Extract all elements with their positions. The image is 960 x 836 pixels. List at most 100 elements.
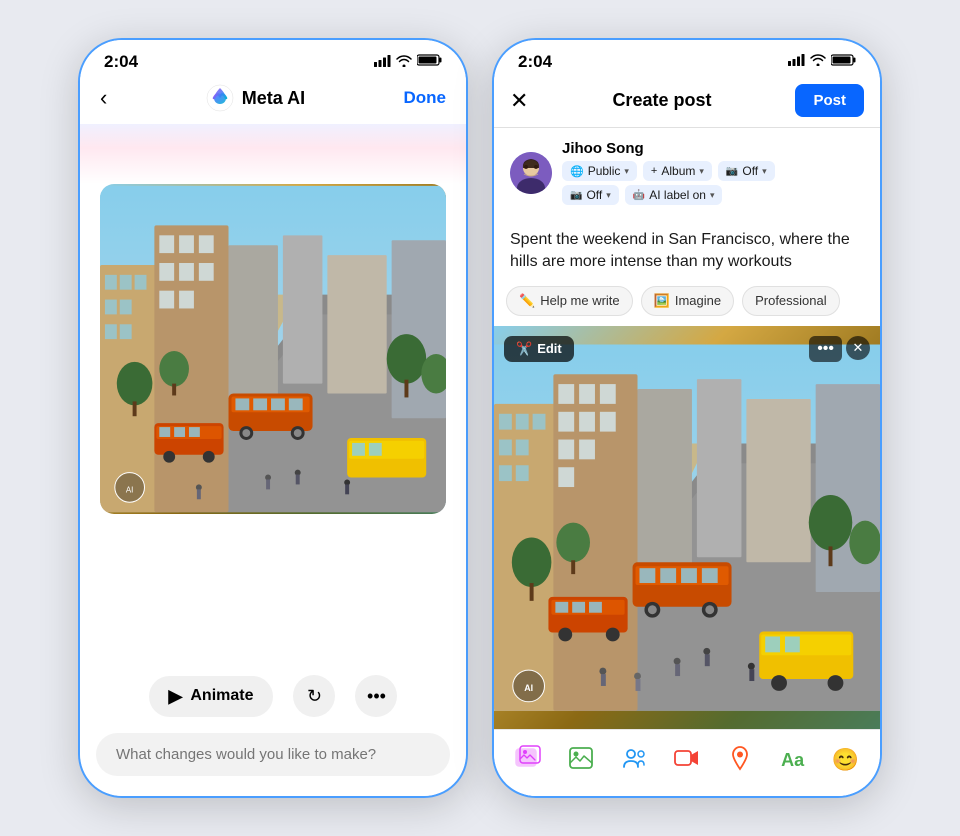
professional-button[interactable]: Professional bbox=[742, 286, 840, 316]
ai-tools-row: ✏️ Help me write 🖼️ Imagine Professional bbox=[494, 286, 880, 326]
bottom-toolbar: Aa 😊 bbox=[494, 729, 880, 796]
post-text[interactable]: Spent the weekend in San Francisco, wher… bbox=[494, 221, 880, 286]
post-city-image: AI ✂️ Edit ••• ✕ bbox=[494, 326, 880, 729]
user-row: Jihoo Song 🌐 Public ▾ + Album bbox=[510, 140, 864, 205]
create-post-header: ✕ Create post Post bbox=[494, 76, 880, 128]
animate-label: Animate bbox=[190, 687, 253, 705]
off-label-1: Off bbox=[742, 164, 758, 178]
city-image-1: AI bbox=[100, 184, 446, 514]
ai-label-text: AI label on bbox=[649, 188, 706, 202]
tag-people-icon bbox=[621, 745, 647, 776]
pencil-icon: ✏️ bbox=[519, 293, 535, 309]
animate-button[interactable]: ▶ Animate bbox=[149, 676, 274, 717]
privacy-badges-2: 📷 Off ▾ 🤖 AI label on ▾ bbox=[562, 185, 775, 205]
done-button[interactable]: Done bbox=[403, 88, 446, 108]
imagine-label: Imagine bbox=[675, 293, 721, 308]
refresh-button[interactable]: ↻ bbox=[293, 675, 335, 717]
image-more-button[interactable]: ••• bbox=[809, 336, 842, 362]
status-bar-1: 2:04 bbox=[80, 40, 466, 76]
album-chevron-icon: ▾ bbox=[699, 166, 704, 177]
location-icon bbox=[727, 745, 753, 776]
professional-label: Professional bbox=[755, 293, 827, 308]
status-time-2: 2:04 bbox=[518, 52, 552, 72]
text-button[interactable]: Aa bbox=[773, 740, 813, 780]
image-close-button[interactable]: ✕ bbox=[846, 336, 870, 360]
ai-label-icon: 🤖 bbox=[633, 190, 645, 201]
album-badge[interactable]: + Album ▾ bbox=[643, 161, 712, 181]
phone-create-post: 2:04 ✕ bbox=[492, 38, 882, 798]
avatar bbox=[510, 152, 552, 194]
city-scene-svg-2: AI bbox=[494, 326, 880, 729]
signal-icon-2 bbox=[788, 53, 805, 71]
video-button[interactable] bbox=[667, 740, 707, 780]
battery-icon-2 bbox=[831, 53, 856, 71]
back-button[interactable]: ‹ bbox=[100, 85, 107, 111]
signal-icon-1 bbox=[374, 55, 391, 70]
meta-ai-title: Meta AI bbox=[242, 88, 305, 109]
image-icon bbox=[568, 745, 594, 776]
wifi-icon-1 bbox=[396, 55, 412, 70]
globe-icon: 🌐 bbox=[570, 165, 584, 178]
ai-label-badge[interactable]: 🤖 AI label on ▾ bbox=[625, 185, 723, 205]
status-icons-1 bbox=[374, 53, 442, 71]
refresh-icon: ↻ bbox=[307, 686, 322, 707]
emoji-button[interactable]: 😊 bbox=[825, 740, 865, 780]
user-info: Jihoo Song 🌐 Public ▾ + Album bbox=[562, 140, 775, 205]
changes-input[interactable] bbox=[96, 733, 450, 776]
spacer-1 bbox=[80, 514, 466, 651]
album-label: Album bbox=[661, 164, 695, 178]
close-button[interactable]: ✕ bbox=[510, 88, 528, 114]
more-button[interactable]: ••• bbox=[355, 675, 397, 717]
help-me-write-button[interactable]: ✏️ Help me write bbox=[506, 286, 633, 316]
status-icons-2 bbox=[788, 53, 856, 71]
reel-chevron-icon: ▾ bbox=[606, 190, 611, 201]
reels-chevron-icon: ▾ bbox=[762, 166, 767, 177]
svg-text:AI: AI bbox=[524, 683, 533, 693]
gradient-area bbox=[80, 124, 466, 184]
edit-label: Edit bbox=[537, 341, 562, 356]
svg-text:AI: AI bbox=[126, 485, 133, 494]
public-chevron-icon: ▾ bbox=[624, 166, 629, 177]
create-post-title: Create post bbox=[612, 90, 711, 111]
ai-label-chevron-icon: ▾ bbox=[710, 190, 715, 201]
plus-icon: + bbox=[651, 165, 657, 177]
wifi-icon-2 bbox=[810, 53, 826, 71]
help-me-write-label: Help me write bbox=[540, 293, 619, 308]
play-icon: ▶ bbox=[169, 686, 183, 707]
post-image-container: AI ✂️ Edit ••• ✕ bbox=[494, 326, 880, 729]
image-button[interactable] bbox=[561, 740, 601, 780]
imagine-icon: 🖼️ bbox=[654, 293, 670, 309]
scissors-icon: ✂️ bbox=[516, 341, 532, 357]
emoji-icon: 😊 bbox=[832, 747, 859, 773]
public-badge[interactable]: 🌐 Public ▾ bbox=[562, 161, 637, 181]
tag-people-button[interactable] bbox=[614, 740, 654, 780]
video-icon bbox=[674, 745, 700, 776]
off-label-2: Off bbox=[586, 188, 602, 202]
photo-gallery-button[interactable] bbox=[508, 740, 548, 780]
user-section: Jihoo Song 🌐 Public ▾ + Album bbox=[494, 128, 880, 221]
city-scene-svg-1: AI bbox=[100, 184, 446, 514]
status-bar-2: 2:04 bbox=[494, 40, 880, 76]
meta-ai-title-wrap: Meta AI bbox=[206, 84, 305, 112]
battery-icon-1 bbox=[417, 53, 442, 71]
more-icon: ••• bbox=[367, 686, 386, 707]
privacy-badges: 🌐 Public ▾ + Album ▾ 📷 bbox=[562, 161, 775, 181]
phone-meta-ai: 2:04 ‹ bbox=[78, 38, 468, 798]
photo-gallery-icon bbox=[515, 744, 541, 777]
location-button[interactable] bbox=[720, 740, 760, 780]
post-button[interactable]: Post bbox=[795, 84, 864, 117]
meta-ai-logo-icon bbox=[206, 84, 234, 112]
bottom-actions: ▶ Animate ↻ ••• bbox=[80, 651, 466, 733]
username: Jihoo Song bbox=[562, 140, 775, 157]
avatar-image bbox=[510, 152, 552, 194]
camera-icon: 📷 bbox=[726, 166, 738, 177]
reels-off-badge[interactable]: 📷 Off ▾ bbox=[718, 161, 775, 181]
public-label: Public bbox=[588, 164, 621, 178]
imagine-button[interactable]: 🖼️ Imagine bbox=[641, 286, 734, 316]
reel-off-badge[interactable]: 📷 Off ▾ bbox=[562, 185, 619, 205]
meta-ai-header: ‹ bbox=[80, 76, 466, 124]
status-time-1: 2:04 bbox=[104, 52, 138, 72]
reel-icon: 📷 bbox=[570, 190, 582, 201]
edit-badge[interactable]: ✂️ Edit bbox=[504, 336, 574, 362]
text-icon: Aa bbox=[781, 750, 804, 771]
